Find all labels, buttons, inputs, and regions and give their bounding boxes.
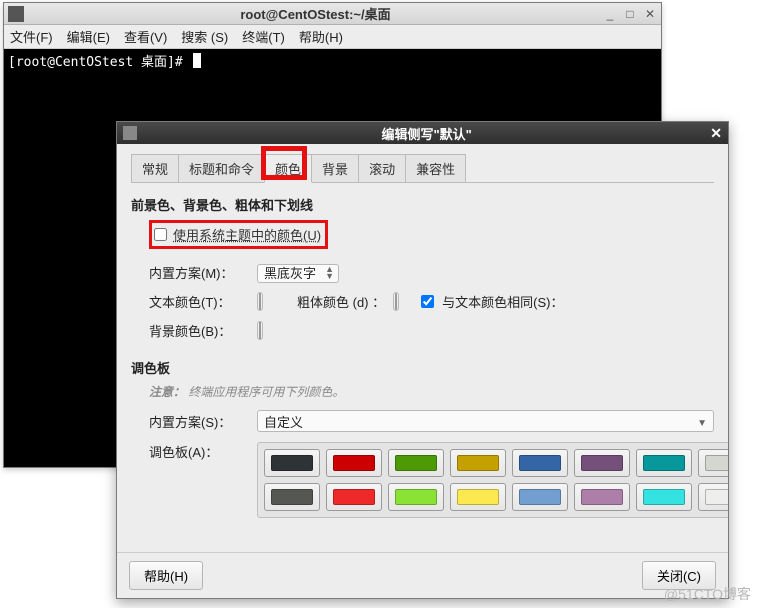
menu-edit[interactable]: 编辑(E) [67,27,110,46]
bold-color-label: 粗体颜色 (d) ： [297,292,385,311]
bg-color-label: 背景颜色(B)： [149,321,249,340]
palette-swatch [519,455,561,471]
menu-file[interactable]: 文件(F) [10,27,53,46]
dialog-titlebar[interactable]: 编辑侧写"默认" ✕ [117,122,728,144]
palette-color-6[interactable] [636,449,692,477]
dialog-app-icon [123,126,137,140]
palette-scheme-select[interactable]: 自定义 ▼ [257,410,714,432]
palette-swatch [581,455,623,471]
help-button[interactable]: 帮助(H) [129,561,203,590]
palette-swatch [395,489,437,505]
text-color-label: 文本颜色(T)： [149,292,249,311]
menu-terminal[interactable]: 终端(T) [242,27,285,46]
palette-color-7[interactable] [698,449,728,477]
tab-scroll[interactable]: 滚动 [358,154,406,182]
palette-swatch [705,489,728,505]
palette-color-8[interactable] [264,483,320,511]
text-color-button[interactable] [257,292,263,311]
note-text: 终端应用程序可用下列颜色。 [188,385,344,399]
terminal-title: root@CentOStest:~/桌面 [28,4,603,23]
palette-color-13[interactable] [574,483,630,511]
tab-title-command[interactable]: 标题和命令 [178,154,265,182]
palette-color-11[interactable] [450,483,506,511]
same-as-text-label: 与文本颜色相同(S)： [442,292,563,311]
palette-color-2[interactable] [388,449,444,477]
watermark: @51CTO博客 [664,584,751,604]
menu-help[interactable]: 帮助(H) [299,27,343,46]
menu-search[interactable]: 搜索 (S) [181,27,228,46]
palette-color-4[interactable] [512,449,568,477]
same-as-text-checkbox[interactable] [421,295,434,308]
palette-swatch [271,455,313,471]
close-icon[interactable]: ✕ [643,7,657,21]
edit-profile-dialog: 编辑侧写"默认" ✕ 常规 标题和命令 颜色 背景 滚动 兼容性 前景色、背景色… [116,121,729,599]
palette-swatch [333,489,375,505]
tab-background[interactable]: 背景 [311,154,359,182]
bg-color-button[interactable] [257,321,263,340]
bg-color-swatch [259,322,261,339]
palette-swatch [457,455,499,471]
close-icon[interactable]: ✕ [710,125,722,142]
palette-color-10[interactable] [388,483,444,511]
use-theme-colors-checkbox[interactable] [154,228,167,241]
terminal-menubar: 文件(F) 编辑(E) 查看(V) 搜索 (S) 终端(T) 帮助(H) [4,25,661,49]
tab-general[interactable]: 常规 [131,154,179,182]
palette-swatch [395,455,437,471]
palette-color-12[interactable] [512,483,568,511]
maximise-icon[interactable]: □ [623,7,637,21]
palette-color-0[interactable] [264,449,320,477]
palette-swatch [705,455,728,471]
use-theme-colors-row[interactable]: 使用系统主题中的颜色(U) [149,220,328,249]
palette-color-3[interactable] [450,449,506,477]
palette-scheme-label: 内置方案(S)： [149,412,249,431]
builtin-scheme-select[interactable]: 黑底灰字 ▲▼ [257,263,339,282]
palette-color-14[interactable] [636,483,692,511]
use-theme-colors-label: 使用系统主题中的颜色(U) [173,225,321,244]
palette-swatch [333,455,375,471]
tab-color[interactable]: 颜色 [264,154,312,183]
palette-swatch [457,489,499,505]
palette-color-9[interactable] [326,483,382,511]
palette-color-15[interactable] [698,483,728,511]
dialog-footer: 帮助(H) 关闭(C) [117,552,728,598]
palette-swatch [643,455,685,471]
tab-bar: 常规 标题和命令 颜色 背景 滚动 兼容性 [131,154,714,183]
section-fgbg-title: 前景色、背景色、粗体和下划线 [131,195,714,214]
palette-swatch [519,489,561,505]
terminal-app-icon [8,6,24,22]
bold-color-swatch [395,293,397,310]
cursor-icon [193,53,201,68]
palette-title: 调色板 [131,358,714,377]
menu-view[interactable]: 查看(V) [124,27,167,46]
note-prefix: 注意： [149,385,185,399]
terminal-titlebar[interactable]: root@CentOStest:~/桌面 _ □ ✕ [4,3,661,25]
palette-color-5[interactable] [574,449,630,477]
minimise-icon[interactable]: _ [603,7,617,21]
palette-color-1[interactable] [326,449,382,477]
tab-compat[interactable]: 兼容性 [405,154,466,182]
palette-row-label: 调色板(A)： [149,442,249,461]
builtin-scheme-label: 内置方案(M)： [149,263,249,282]
palette-swatch [643,489,685,505]
palette-swatch [271,489,313,505]
text-color-swatch [259,293,261,310]
dialog-title: 编辑侧写"默认" [143,124,710,143]
terminal-prompt: [root@CentOStest 桌面]# [8,51,191,70]
palette-grid [257,442,728,518]
bold-color-button[interactable] [393,292,399,311]
palette-swatch [581,489,623,505]
